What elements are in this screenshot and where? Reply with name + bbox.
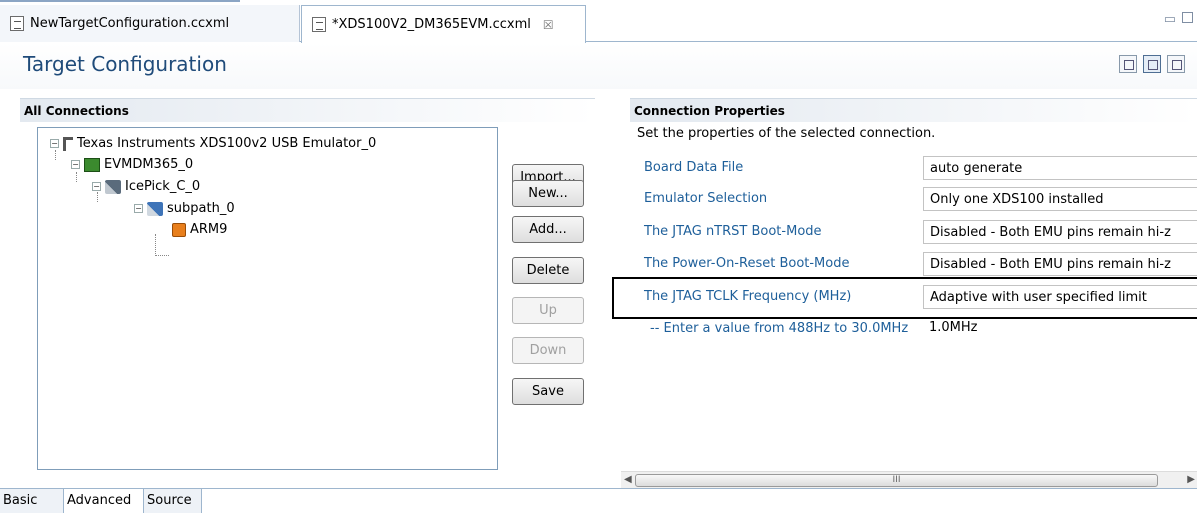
property-label: The JTAG nTRST Boot-Mode (644, 224, 822, 239)
property-value-field[interactable]: Disabled - Both EMU pins remain hi-z (923, 220, 1197, 244)
property-value-field[interactable]: Disabled - Both EMU pins remain hi-z (923, 252, 1197, 276)
tab-label: NewTargetConfiguration.ccxml (30, 16, 230, 31)
vertical-layout-icon[interactable] (1167, 55, 1185, 73)
tree-node-label: ARM9 (190, 222, 228, 237)
cpu-icon (172, 222, 186, 237)
add-button[interactable]: Add... (512, 216, 584, 243)
tree-node-label: IcePick_C_0 (125, 179, 201, 194)
collapse-icon[interactable]: − (92, 182, 101, 191)
tree-line (55, 150, 56, 160)
page-title: Target Configuration (23, 52, 227, 76)
property-label: Board Data File (644, 160, 744, 175)
form-header: Target Configuration (0, 43, 1197, 89)
new-button[interactable]: New... (512, 180, 584, 207)
connection-properties-header: Connection Properties (630, 98, 1197, 122)
collapse-icon[interactable]: − (50, 139, 59, 148)
down-button[interactable]: Down (512, 337, 584, 364)
icepick-icon (105, 179, 121, 194)
tree-node-arm9[interactable]: ARM9 (172, 222, 227, 237)
tab-new-target-configuration[interactable]: NewTargetConfiguration.ccxml (0, 5, 300, 42)
property-value-field[interactable]: Only one XDS100 installed (923, 187, 1197, 211)
horizontal-scrollbar[interactable]: ◀ III ▶ (621, 471, 1197, 488)
layout-toggle-group (1119, 55, 1185, 73)
close-tab-icon[interactable]: ☒ (543, 18, 554, 32)
connections-tree[interactable]: − Texas Instruments XDS100v2 USB Emulato… (37, 127, 498, 470)
tab-source[interactable]: Source (144, 489, 202, 513)
ccxml-file-icon (312, 17, 326, 32)
tree-node-board[interactable]: − EVMDM365_0 (71, 157, 193, 172)
scrollbar-thumb[interactable]: III (635, 474, 1158, 487)
collapse-icon[interactable]: − (71, 160, 80, 169)
collapse-icon[interactable]: − (134, 204, 143, 213)
emulator-icon (63, 136, 73, 151)
save-button[interactable]: Save (512, 378, 584, 405)
highlight-box (612, 277, 1197, 319)
tree-line (155, 234, 156, 256)
property-label: -- Enter a value from 488Hz to 30.0MHz (650, 321, 909, 336)
tab-basic[interactable]: Basic (0, 489, 64, 513)
property-row-tclk-limit-value: -- Enter a value from 488Hz to 30.0MHz 1… (637, 316, 1197, 342)
collapse-all-icon[interactable] (1119, 55, 1137, 73)
ccxml-file-icon (10, 16, 24, 31)
tree-node-label: Texas Instruments XDS100v2 USB Emulator_… (77, 136, 377, 151)
scroll-right-icon[interactable]: ▶ (1187, 474, 1195, 485)
tab-strip-accent (0, 0, 240, 2)
property-label: Emulator Selection (644, 191, 768, 206)
property-row-emulator-selection: Emulator Selection Only one XDS100 insta… (637, 186, 1197, 212)
tab-xds100v2-dm365evm[interactable]: *XDS100V2_DM365EVM.ccxml ☒ (301, 5, 586, 43)
maximize-icon[interactable] (1182, 12, 1193, 23)
tree-node-label: EVMDM365_0 (104, 157, 194, 172)
board-icon (84, 157, 100, 172)
tree-line (155, 255, 169, 256)
all-connections-header: All Connections (20, 98, 595, 122)
up-button[interactable]: Up (512, 297, 584, 324)
window-controls: ▭ (1164, 12, 1193, 27)
delete-button[interactable]: Delete (512, 257, 584, 284)
tree-node-icepick[interactable]: − IcePick_C_0 (92, 179, 200, 194)
tree-line (76, 172, 77, 182)
property-label: The Power-On-Reset Boot-Mode (644, 256, 850, 271)
property-value-field[interactable]: 1.0MHz (923, 317, 1197, 341)
tree-node-subpath[interactable]: − subpath_0 (134, 201, 235, 216)
property-value-field[interactable]: auto generate (923, 156, 1197, 180)
minimize-icon[interactable]: ▭ (1164, 12, 1176, 27)
tab-label: *XDS100V2_DM365EVM.ccxml (332, 17, 531, 32)
bottom-tab-bar: Basic Advanced Source (0, 488, 1197, 514)
horizontal-layout-icon[interactable] (1143, 55, 1161, 73)
editor-tab-strip: NewTargetConfiguration.ccxml *XDS100V2_D… (0, 0, 1197, 43)
connection-properties-description: Set the properties of the selected conne… (637, 126, 936, 141)
subpath-icon (147, 201, 163, 216)
tree-node-label: subpath_0 (167, 201, 235, 216)
property-row-power-on-reset-boot-mode: The Power-On-Reset Boot-Mode Disabled - … (637, 251, 1197, 277)
tree-node-emulator[interactable]: − Texas Instruments XDS100v2 USB Emulato… (50, 136, 376, 151)
property-row-board-data-file: Board Data File auto generate (637, 155, 1197, 181)
scroll-left-icon[interactable]: ◀ (624, 474, 632, 485)
property-row-jtag-ntrst-boot-mode: The JTAG nTRST Boot-Mode Disabled - Both… (637, 219, 1197, 245)
tab-advanced[interactable]: Advanced (64, 489, 144, 513)
